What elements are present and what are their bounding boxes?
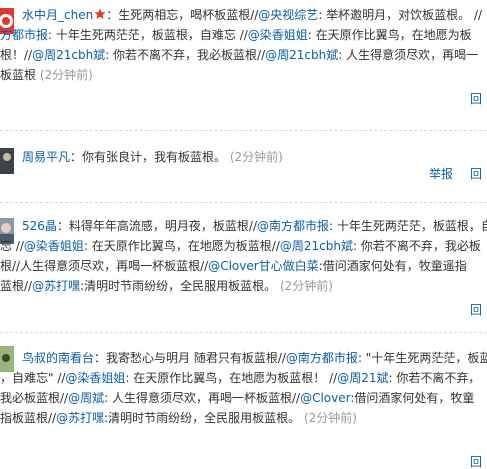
avatar[interactable] bbox=[0, 148, 14, 174]
mention-link[interactable]: 方都市报 bbox=[0, 28, 48, 42]
mention-link[interactable]: @南方都市报 bbox=[286, 351, 358, 365]
comment-timestamp: (2分钟前) bbox=[303, 411, 357, 425]
comment-text: : "十年生死两茫茫，板蓝 bbox=[357, 351, 487, 365]
mention-link[interactable]: @染香姐姐 bbox=[65, 371, 125, 385]
vip-star-icon bbox=[94, 8, 106, 19]
reply-link[interactable]: 回 bbox=[470, 165, 482, 182]
comment-text: :借问酒家何处有，牧童遥指 bbox=[318, 259, 467, 273]
comment-text: 板蓝根 bbox=[0, 68, 37, 82]
comment-item: 周易平凡：你有张良计，我有板蓝根。 (2分钟前) 举报 回 bbox=[0, 131, 487, 203]
comment-text: :借问酒家何处有，牧童 bbox=[350, 391, 475, 405]
mention-link[interactable]: @周21cbh斌 bbox=[280, 239, 353, 253]
comment-item: 526晶：料得年年高流感，明月夜，板蓝根//@南方都市报: 十年生死两茫茫，板蓝… bbox=[0, 203, 487, 318]
comment-username[interactable]: 526晶 bbox=[22, 219, 57, 233]
comment-text: :清明时节雨纷纷，全民服用板蓝根。 bbox=[80, 279, 277, 293]
comment-text: 根！// bbox=[0, 48, 33, 62]
report-link[interactable]: 举报 bbox=[429, 165, 453, 182]
mention-link[interactable]: @央视综艺 bbox=[258, 8, 318, 22]
comment-text: ：我寄愁心与明月 随君只有板蓝根// bbox=[94, 351, 286, 365]
mention-link[interactable]: @周21斌 bbox=[337, 371, 388, 385]
comment-text: : 举杯邀明月，对饮板蓝根。 // bbox=[318, 8, 483, 22]
avatar-image bbox=[0, 148, 14, 174]
comment-text: ：你有张良计，我有板蓝根。 bbox=[70, 150, 227, 164]
comment-text: 忘 // bbox=[0, 239, 24, 253]
comment-timestamp: (2分钟前) bbox=[229, 150, 283, 164]
reply-link[interactable]: 回 bbox=[470, 453, 482, 469]
mention-link[interactable]: @南方都市报 bbox=[257, 219, 329, 233]
comment-text: :清明时节雨纷纷，全民服用板蓝根。 bbox=[104, 411, 301, 425]
reply-link[interactable]: 回 bbox=[470, 90, 482, 107]
comment-text: : 人生得意须尽欢，再喝一 bbox=[338, 48, 479, 62]
comment-username[interactable]: 鸟叔的南看台 bbox=[22, 351, 94, 365]
weibo-comment-feed: 水中月_chen ：生死两相忘，喝杯板蓝根//@央视综艺: 举杯邀明月，对饮板蓝根… bbox=[0, 0, 487, 469]
mention-link[interactable]: @Clover甘心做白菜 bbox=[208, 259, 318, 273]
comment-text: : 你若不离不弃， bbox=[388, 371, 481, 385]
comment-text: 蓝根// bbox=[0, 279, 33, 293]
comment-text: ：料得年年高流感，明月夜，板蓝根// bbox=[56, 219, 257, 233]
comment-text: : 在天原作比翼鸟，在地愿为板蓝根！ // bbox=[125, 371, 338, 385]
comment-text: ：生死两相忘，喝杯板蓝根// bbox=[106, 8, 259, 22]
comment-text: : 你若不离不弃，我必板 bbox=[352, 239, 481, 253]
comment-username[interactable]: 水中月_chen bbox=[22, 8, 93, 22]
comment-text: 我必板蓝根// bbox=[0, 391, 69, 405]
mention-link[interactable]: @苏打嘿 bbox=[32, 279, 80, 293]
mention-link[interactable]: @周21cbh斌 bbox=[32, 48, 105, 62]
comment-item: 鸟叔的南看台：我寄愁心与明月 随君只有板蓝根//@南方都市报: "十年生死两茫茫… bbox=[0, 333, 487, 469]
comment-text: : 十年生死两茫茫，板蓝根，自 bbox=[329, 219, 487, 233]
reply-link[interactable]: 回 bbox=[470, 301, 482, 318]
mention-link[interactable]: @周21cbh斌 bbox=[265, 48, 338, 62]
comment-username[interactable]: 周易平凡 bbox=[22, 150, 70, 164]
mention-link[interactable]: @苏打嘿 bbox=[56, 411, 104, 425]
comment-timestamp: (2分钟前) bbox=[39, 68, 93, 82]
comment-text: ，自难忘" // bbox=[0, 371, 66, 385]
mention-link[interactable]: @染香姐姐 bbox=[248, 28, 308, 42]
mention-link[interactable]: @周斌 bbox=[68, 391, 104, 405]
comment-timestamp: (2分钟前) bbox=[279, 279, 333, 293]
comment-text: : 在天原作比翼鸟，在地愿为板蓝根// bbox=[83, 239, 280, 253]
comment-text: 根//人生得意须尽欢，再喝一杯板蓝根// bbox=[0, 259, 209, 273]
comment-text: : 你若不离不弃，我必板蓝根// bbox=[105, 48, 266, 62]
mention-link[interactable]: @Clover bbox=[300, 391, 350, 405]
comment-text: : 在天原作比翼鸟，在地愿为板 bbox=[307, 28, 472, 42]
comment-text: : 人生得意须尽欢，再喝一杯板蓝根// bbox=[104, 391, 301, 405]
mention-link[interactable]: @染香姐姐 bbox=[24, 239, 84, 253]
comment-text: : 十年生死两茫茫，板蓝根，自难忘 // bbox=[48, 28, 248, 42]
comment-text: 指板蓝根// bbox=[0, 411, 57, 425]
comment-item: 水中月_chen ：生死两相忘，喝杯板蓝根//@央视综艺: 举杯邀明月，对饮板蓝根… bbox=[0, 0, 487, 118]
